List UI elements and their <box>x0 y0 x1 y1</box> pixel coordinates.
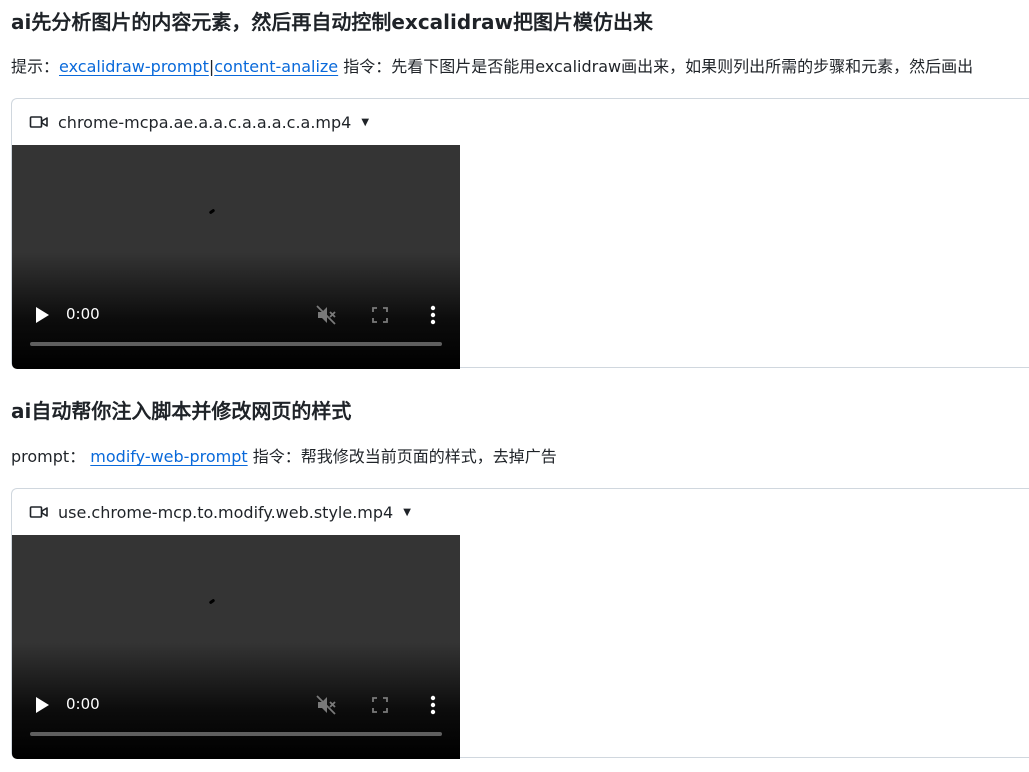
video-file-header[interactable]: chrome-mcpa.ae.a.a.c.a.a.a.c.a.mp4 ▼ <box>29 110 369 134</box>
video-attachment-card: chrome-mcpa.ae.a.a.c.a.a.a.c.a.mp4 ▼ 0:0… <box>11 98 1029 369</box>
video-current-time: 0:00 <box>66 305 100 323</box>
more-vertical-icon[interactable] <box>426 304 440 326</box>
video-progress-bar[interactable] <box>30 342 442 346</box>
caret-down-icon[interactable]: ▼ <box>403 507 411 518</box>
section-heading-modify-web: ai自动帮你注入脚本并修改网页的样式 <box>11 399 352 423</box>
muted-speaker-icon[interactable] <box>315 694 337 716</box>
muted-speaker-icon[interactable] <box>315 304 337 326</box>
video-file-name: use.chrome-mcp.to.modify.web.style.mp4 <box>58 502 394 522</box>
video-current-time: 0:00 <box>66 695 100 713</box>
modify-web-prompt-link[interactable]: modify-web-prompt <box>90 447 247 466</box>
video-file-name: chrome-mcpa.ae.a.a.c.a.a.a.c.a.mp4 <box>58 112 352 132</box>
instruction-text: 指令：帮我修改当前页面的样式，去掉广告 <box>247 447 557 466</box>
fullscreen-icon[interactable] <box>372 697 388 713</box>
video-player[interactable]: 0:00 <box>12 535 460 759</box>
caret-down-icon[interactable]: ▼ <box>361 117 369 128</box>
section-heading-excalidraw: ai先分析图片的内容元素，然后再自动控制excalidraw把图片模仿出来 <box>11 10 654 34</box>
video-camera-icon <box>29 116 48 128</box>
section-prompt-line-excalidraw: 提示：excalidraw-prompt|content-analize 指令：… <box>11 55 973 79</box>
play-icon[interactable] <box>34 696 50 714</box>
video-camera-icon <box>29 506 48 518</box>
prompt-label: prompt： <box>11 447 86 466</box>
more-vertical-icon[interactable] <box>426 694 440 716</box>
video-file-header[interactable]: use.chrome-mcp.to.modify.web.style.mp4 ▼ <box>29 500 411 524</box>
readme-page: ai先分析图片的内容元素，然后再自动控制excalidraw把图片模仿出来 提示… <box>0 0 1029 772</box>
loading-spinner-icon <box>208 208 216 215</box>
excalidraw-prompt-link[interactable]: excalidraw-prompt <box>59 57 209 76</box>
prompt-label: 提示： <box>11 57 60 76</box>
video-progress-bar[interactable] <box>30 732 442 736</box>
video-attachment-card: use.chrome-mcp.to.modify.web.style.mp4 ▼… <box>11 488 1029 759</box>
fullscreen-icon[interactable] <box>372 307 388 323</box>
loading-spinner-icon <box>208 598 216 605</box>
instruction-text: 指令：先看下图片是否能用excalidraw画出来，如果则列出所需的步骤和元素，… <box>338 57 974 76</box>
content-analize-link[interactable]: content-analize <box>214 57 338 76</box>
video-player[interactable]: 0:00 <box>12 145 460 369</box>
section-prompt-line-modify-web: prompt： modify-web-prompt 指令：帮我修改当前页面的样式… <box>11 445 557 469</box>
play-icon[interactable] <box>34 306 50 324</box>
